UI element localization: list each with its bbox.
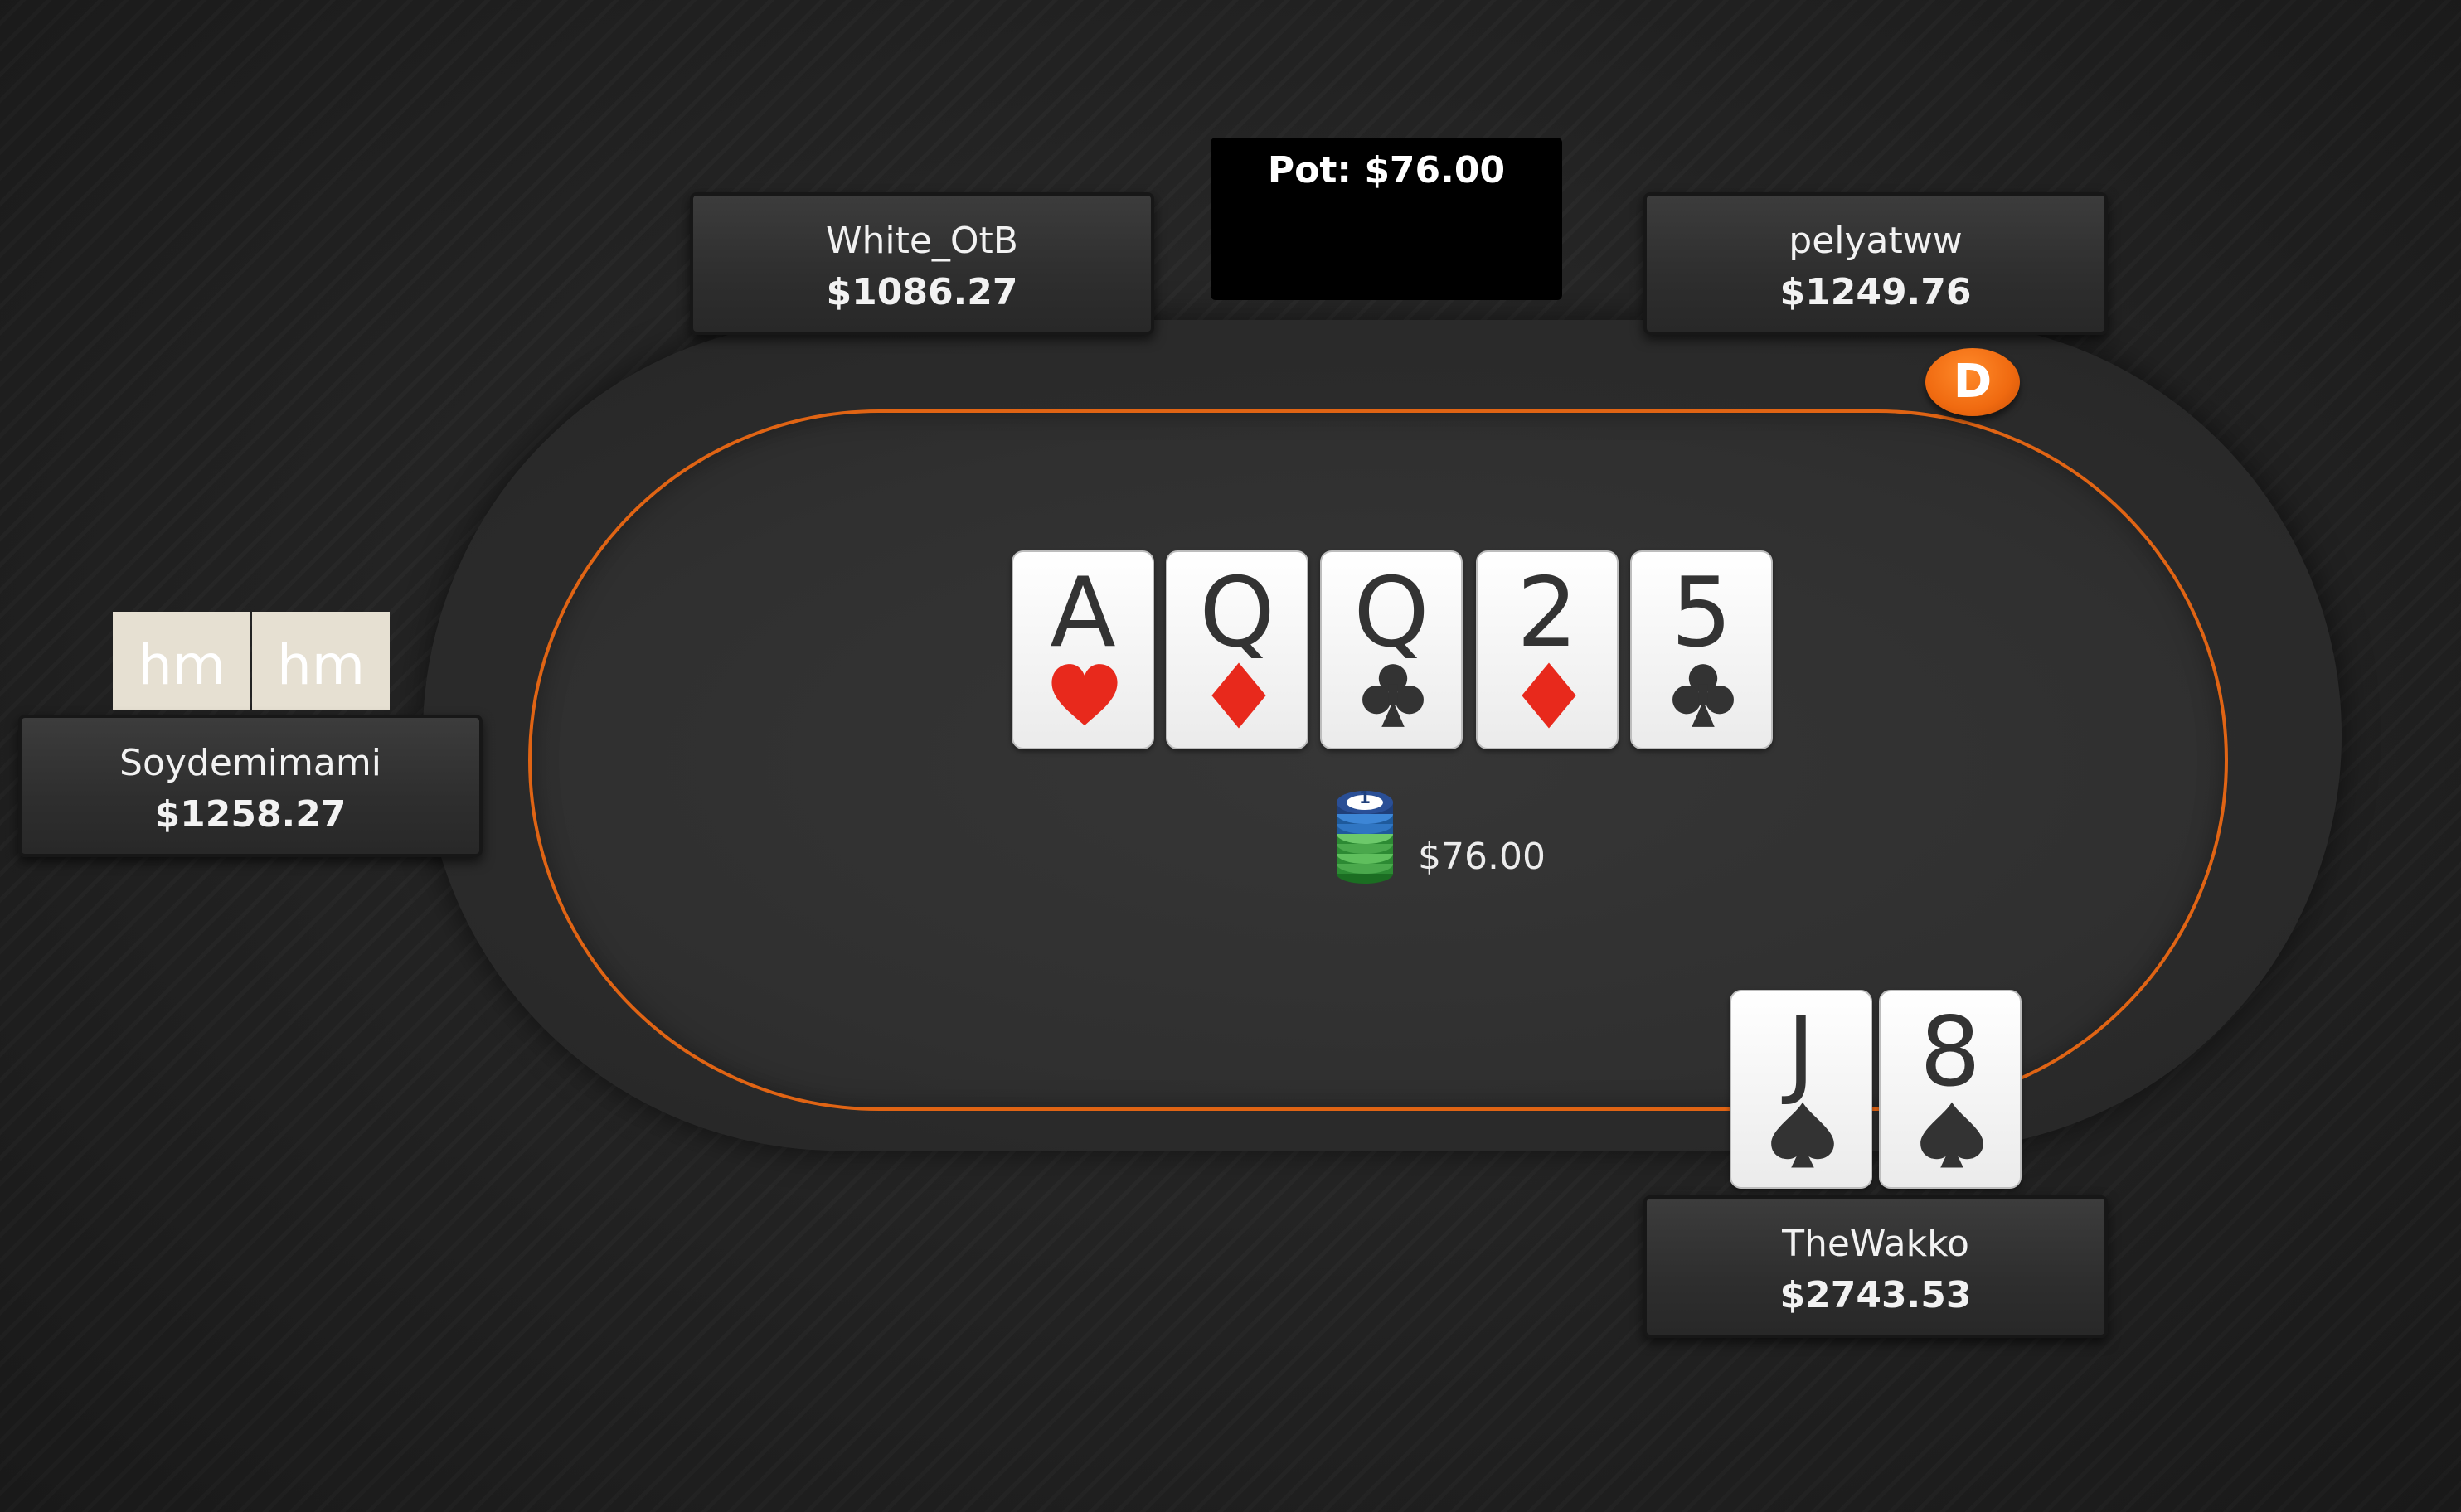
player-stack: $1086.27 [826,271,1018,313]
hole-card-label: hm [252,612,390,710]
seat-thewakko[interactable]: TheWakko $2743.53 [1643,1195,2108,1338]
player-stack: $1249.76 [1779,271,1972,313]
card-rank: J [1786,996,1816,1108]
player-name: TheWakko [1782,1223,1969,1265]
player-stack: $2743.53 [1779,1274,1972,1316]
club-suit-icon [1357,660,1429,731]
card-rank: 5 [1671,557,1732,669]
board-card: A [1012,550,1154,749]
player-name: Soydemimami [119,742,381,784]
card-rank: 8 [1920,996,1981,1108]
pot-label: Pot: $76.00 [1267,149,1506,191]
player-name: White_OtB [825,220,1018,262]
card-rank: Q [1353,557,1430,669]
card-rank: Q [1199,557,1275,669]
board-card: Q [1320,550,1463,749]
dealer-button: D [1925,348,2020,416]
card-rank: 2 [1517,557,1578,669]
seat-white-otb[interactable]: White_OtB $1086.27 [690,192,1154,335]
card-rank: A [1050,557,1116,669]
seat-soydemimami[interactable]: Soydemimami $1258.27 [18,715,483,857]
chip-value: 1 [1359,788,1371,807]
pot-amount: $76.00 [1418,836,1546,878]
club-suit-icon [1667,660,1739,731]
player-stack: $1258.27 [154,793,347,836]
heart-suit-icon [1049,660,1120,731]
spade-suit-icon [1767,1099,1838,1170]
diamond-suit-icon [1513,660,1585,731]
diamond-suit-icon [1203,660,1274,731]
board-card: 2 [1476,550,1619,749]
spade-suit-icon [1916,1099,1988,1170]
seat-pelyatww[interactable]: pelyatww $1249.76 [1643,192,2108,335]
player-name: pelyatww [1789,220,1963,262]
pot-display: Pot: $76.00 [1211,138,1562,300]
hole-card: 8 [1879,990,2022,1189]
hole-card-label: hm [113,612,250,710]
board-card: 5 [1630,550,1773,749]
board-card: Q [1166,550,1308,749]
hole-card: J [1730,990,1872,1189]
